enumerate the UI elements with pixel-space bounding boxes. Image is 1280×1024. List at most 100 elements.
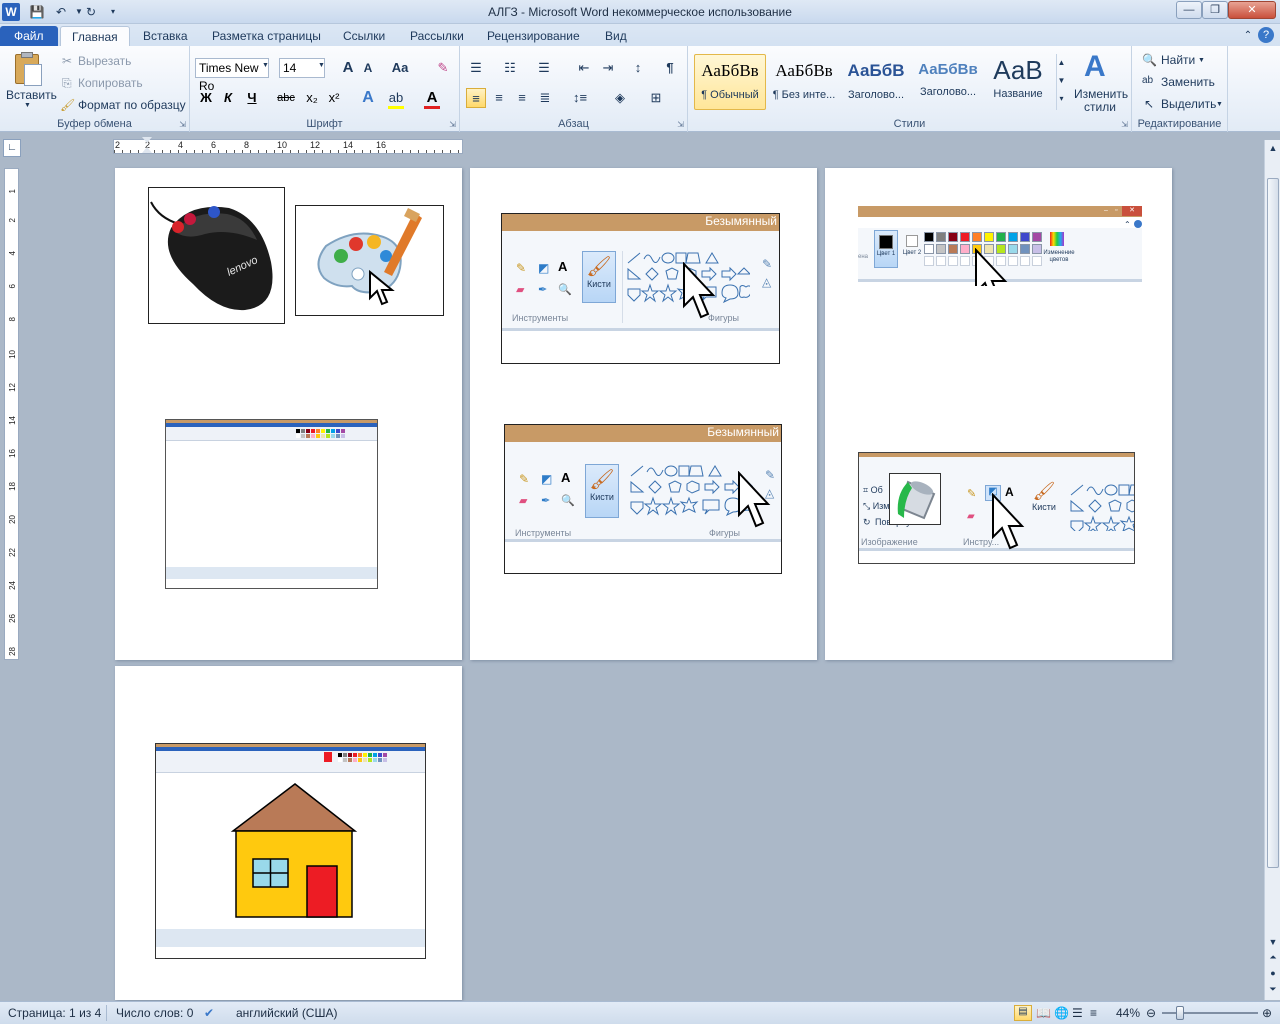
strikethrough-button[interactable]: abc xyxy=(276,88,296,108)
palette-swatch[interactable] xyxy=(960,232,970,242)
shape-option[interactable] xyxy=(648,480,662,494)
shape-option[interactable] xyxy=(721,284,739,304)
increase-indent-icon[interactable]: ⇥ xyxy=(598,58,618,78)
justify-icon[interactable]: ≣ xyxy=(535,88,555,108)
word-count[interactable]: Число слов: 0 xyxy=(116,1006,193,1020)
brushes-button[interactable]: 🖌 Кисти xyxy=(585,464,619,518)
shape-option[interactable] xyxy=(1126,499,1135,513)
outline-icon[interactable]: ✎ xyxy=(762,257,772,271)
palette-swatch-empty[interactable] xyxy=(948,256,958,266)
shape-option[interactable] xyxy=(645,267,659,281)
style-normal[interactable]: АаБбВв ¶ Обычный xyxy=(694,54,766,110)
pencil-icon[interactable]: ✎ xyxy=(967,487,976,500)
language-indicator[interactable]: английский (США) xyxy=(236,1006,337,1020)
shape-option[interactable] xyxy=(721,266,737,282)
clipboard-launcher-icon[interactable]: ⇲ xyxy=(179,120,186,129)
shape-option[interactable] xyxy=(664,465,678,477)
tab-references[interactable]: Ссылки xyxy=(339,26,389,46)
replace-icon[interactable]: ab xyxy=(1142,75,1153,86)
styles-launcher-icon[interactable]: ⇲ xyxy=(1121,120,1128,129)
edit-colors-icon[interactable] xyxy=(1050,232,1064,246)
close-button[interactable]: ✕ xyxy=(1228,1,1276,19)
fill-icon[interactable]: ◩ xyxy=(538,261,549,275)
format-painter-button[interactable]: Формат по образцу xyxy=(78,98,186,112)
shape-option[interactable] xyxy=(630,501,644,515)
house-drawing-picture[interactable] xyxy=(155,743,426,959)
eraser-icon[interactable]: ▰ xyxy=(967,511,975,522)
minimize-button[interactable]: — xyxy=(1176,1,1202,19)
shape-option[interactable] xyxy=(1083,515,1103,531)
show-formatting-button[interactable]: ¶ xyxy=(660,58,680,78)
paint-shapes-screenshot-1[interactable]: Безымянный ✎ ◩ A ▰ ✒ 🔍 Инструменты 🖌 Кис… xyxy=(501,213,780,364)
shape-option[interactable] xyxy=(1118,484,1130,496)
paste-button[interactable]: Вставить xyxy=(6,88,57,102)
bold-button[interactable]: Ж xyxy=(196,88,216,108)
tab-insert[interactable]: Вставка xyxy=(139,26,192,46)
page-1[interactable]: lenovo xyxy=(115,168,462,660)
shape-option[interactable] xyxy=(736,267,750,275)
format-painter-icon[interactable]: 🖌 xyxy=(60,98,75,112)
cut-button[interactable]: Вырезать xyxy=(78,54,131,68)
shape-option[interactable] xyxy=(630,465,644,477)
palette-swatch[interactable] xyxy=(960,244,970,254)
scroll-down-icon[interactable]: ▼ xyxy=(1266,934,1280,950)
select-dropdown-icon[interactable]: ▼ xyxy=(1216,101,1223,108)
browse-object-icon[interactable]: ● xyxy=(1266,968,1280,982)
multilevel-list-icon[interactable]: ☰ xyxy=(534,58,554,78)
find-icon[interactable]: 🔍 xyxy=(1142,53,1157,67)
shape-option[interactable] xyxy=(1108,499,1122,512)
palette-swatch[interactable] xyxy=(984,232,994,242)
resize-icon[interactable]: ⤡ Изм xyxy=(863,501,889,512)
help-icon[interactable]: ? xyxy=(1258,27,1274,43)
find-dropdown-icon[interactable]: ▼ xyxy=(1198,57,1205,64)
copy-button[interactable]: Копировать xyxy=(78,76,143,90)
shape-option[interactable] xyxy=(643,496,663,516)
shape-option[interactable] xyxy=(1119,515,1135,531)
tab-home[interactable]: Главная xyxy=(60,26,130,46)
style-title[interactable]: АаВ Название xyxy=(982,54,1054,110)
style-heading2[interactable]: АаБбВв Заголово... xyxy=(912,54,984,110)
palette-swatch[interactable] xyxy=(948,232,958,242)
shape-option[interactable] xyxy=(686,480,700,494)
align-center-icon[interactable]: ≡ xyxy=(489,88,509,108)
text-tool-icon[interactable]: A xyxy=(561,470,570,485)
font-launcher-icon[interactable]: ⇲ xyxy=(449,120,456,129)
palette-swatch[interactable] xyxy=(936,244,946,254)
mouse-picture[interactable]: lenovo xyxy=(148,187,285,324)
shape-option[interactable] xyxy=(1088,499,1102,513)
shape-option[interactable] xyxy=(661,252,675,264)
shape-option[interactable] xyxy=(640,283,660,303)
indent-marker-icon[interactable] xyxy=(142,137,152,159)
pencil-icon[interactable]: ✎ xyxy=(516,261,526,275)
rotate-icon[interactable]: ↻ xyxy=(863,517,871,528)
shape-option[interactable] xyxy=(1070,499,1085,512)
next-page-icon[interactable]: ⏷ xyxy=(1266,984,1280,998)
paste-icon[interactable] xyxy=(12,52,44,86)
zoom-level[interactable]: 44% xyxy=(1116,1006,1140,1020)
proofing-icon[interactable]: ✔ xyxy=(204,1006,214,1020)
borders-icon[interactable]: ⊞ xyxy=(646,88,666,108)
shape-option[interactable] xyxy=(1086,486,1104,495)
magnifier-icon[interactable]: 🔍 xyxy=(558,283,572,296)
palette-swatch[interactable] xyxy=(936,232,946,242)
page-3[interactable]: – ▫ ✕ ⌃ ена Цвет 1 Цвет 2 Изменение цвет… xyxy=(825,168,1172,660)
scroll-thumb[interactable] xyxy=(1267,178,1279,868)
tab-mailings[interactable]: Рассылки xyxy=(406,26,468,46)
palette-swatch-empty[interactable] xyxy=(924,256,934,266)
minimize-ribbon-icon[interactable]: ⌃ xyxy=(1238,26,1258,46)
decrease-indent-icon[interactable]: ⇤ xyxy=(574,58,594,78)
shape-option[interactable] xyxy=(658,283,678,303)
shape-option[interactable] xyxy=(702,499,720,515)
shape-option[interactable] xyxy=(668,480,682,493)
shape-option[interactable] xyxy=(1070,520,1084,531)
shape-option[interactable] xyxy=(708,465,722,477)
shapes-gallery[interactable] xyxy=(1069,483,1135,531)
eraser-icon[interactable]: ▰ xyxy=(516,283,524,296)
shape-option[interactable] xyxy=(661,496,681,516)
tab-page-layout[interactable]: Разметка страницы xyxy=(208,26,325,46)
picker-icon[interactable]: ✒ xyxy=(541,494,550,507)
full-screen-reading-icon[interactable]: 📖 xyxy=(1036,1006,1051,1020)
shape-option[interactable] xyxy=(646,467,664,476)
prev-page-icon[interactable]: ⏶ xyxy=(1266,952,1280,966)
palette-swatch[interactable] xyxy=(924,244,934,254)
